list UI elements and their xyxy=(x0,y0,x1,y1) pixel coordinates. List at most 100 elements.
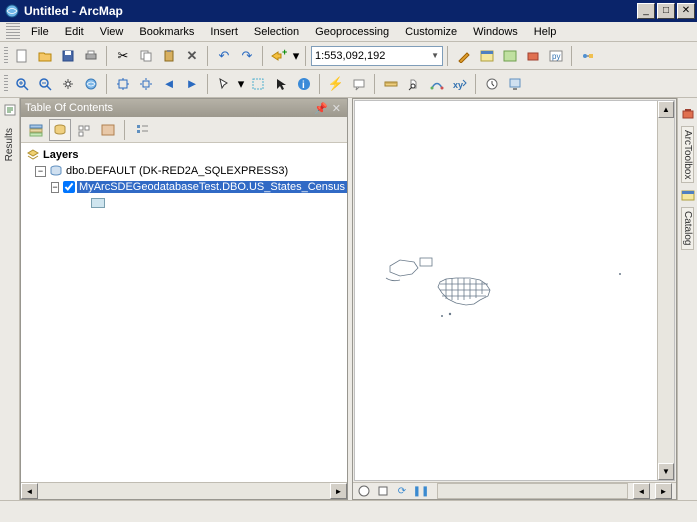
map-bottom-bar: ⟳ ❚❚ ◄ ► xyxy=(353,482,676,499)
scroll-right-icon[interactable]: ► xyxy=(330,483,347,499)
save-icon[interactable] xyxy=(57,45,79,67)
zoom-out-icon[interactable] xyxy=(34,73,56,95)
arctoolbox-tab-icon[interactable] xyxy=(680,106,696,122)
toolbar-grip-2[interactable] xyxy=(4,75,8,93)
select-features-icon[interactable] xyxy=(213,73,235,95)
new-doc-icon[interactable] xyxy=(11,45,33,67)
map-hscroll[interactable] xyxy=(437,483,628,499)
delete-icon[interactable]: ✕ xyxy=(181,45,203,67)
cut-icon[interactable]: ✂ xyxy=(112,45,134,67)
measure-icon[interactable] xyxy=(380,73,402,95)
refresh-icon[interactable]: ⟳ xyxy=(395,484,409,498)
main-area: Results Table Of Contents 📌 ✕ Layers − xyxy=(0,98,697,500)
toc-options-icon[interactable] xyxy=(131,119,153,141)
menu-help[interactable]: Help xyxy=(527,24,564,40)
menu-customize[interactable]: Customize xyxy=(398,24,464,40)
layers-icon xyxy=(25,148,41,162)
clear-selection-icon[interactable] xyxy=(247,73,269,95)
tree-symbol-row[interactable] xyxy=(21,195,347,211)
results-tab[interactable]: Results xyxy=(4,124,15,165)
html-popup-icon[interactable] xyxy=(348,73,370,95)
select-dropdown-icon[interactable]: ▾ xyxy=(236,73,246,95)
catalog-tab[interactable]: Catalog xyxy=(681,207,694,249)
tree-root-row[interactable]: Layers xyxy=(21,147,347,163)
arctoolbox-tab[interactable]: ArcToolbox xyxy=(681,126,694,183)
find-route-icon[interactable] xyxy=(426,73,448,95)
scroll-down-icon[interactable]: ▼ xyxy=(658,463,674,480)
paste-icon[interactable] xyxy=(158,45,180,67)
create-viewer-icon[interactable] xyxy=(504,73,526,95)
toc-pin-icon[interactable]: 📌 xyxy=(312,102,330,115)
pan-icon[interactable] xyxy=(57,73,79,95)
redo-icon[interactable]: ↷ xyxy=(236,45,258,67)
add-data-icon[interactable]: + xyxy=(268,45,290,67)
title-bar: Untitled - ArcMap _ □ ✕ xyxy=(0,0,697,22)
list-by-visibility-icon[interactable] xyxy=(73,119,95,141)
layout-view-icon[interactable] xyxy=(376,484,390,498)
list-by-source-icon[interactable] xyxy=(49,119,71,141)
menu-insert[interactable]: Insert xyxy=(203,24,245,40)
menu-file[interactable]: File xyxy=(24,24,56,40)
undo-icon[interactable]: ↶ xyxy=(213,45,235,67)
fixed-zoom-out-icon[interactable] xyxy=(135,73,157,95)
copy-icon[interactable] xyxy=(135,45,157,67)
hyperlink-icon[interactable]: ⚡ xyxy=(325,73,347,95)
collapse-icon[interactable]: − xyxy=(51,182,59,193)
print-icon[interactable] xyxy=(80,45,102,67)
model-builder-icon[interactable] xyxy=(577,45,599,67)
app-icon xyxy=(4,3,20,19)
scroll-left-icon[interactable]: ◄ xyxy=(21,483,38,499)
back-extent-icon[interactable]: ◄ xyxy=(158,73,180,95)
tree-layer-row[interactable]: − MyArcSDEGeodatabaseTest.DBO.US_States_… xyxy=(21,179,347,195)
menu-bookmarks[interactable]: Bookmarks xyxy=(132,24,201,40)
add-data-dropdown-icon[interactable]: ▾ xyxy=(291,45,301,67)
toc-hscroll[interactable]: ◄ ► xyxy=(21,482,347,499)
toc-tree: Layers − dbo.DEFAULT (DK-RED2A_SQLEXPRES… xyxy=(21,143,347,482)
fixed-zoom-in-icon[interactable] xyxy=(112,73,134,95)
tools-toolbar: ◄ ► ▾ i ⚡ xy xyxy=(0,70,697,98)
pause-drawing-icon[interactable]: ❚❚ xyxy=(414,484,428,498)
results-icon[interactable] xyxy=(2,102,18,118)
full-extent-icon[interactable] xyxy=(80,73,102,95)
open-icon[interactable] xyxy=(34,45,56,67)
menu-selection[interactable]: Selection xyxy=(247,24,306,40)
map-vscroll[interactable]: ▲ ▼ xyxy=(657,101,674,480)
find-icon[interactable] xyxy=(403,73,425,95)
collapse-icon[interactable]: − xyxy=(35,166,46,177)
tree-dataframe-row[interactable]: − dbo.DEFAULT (DK-RED2A_SQLEXPRESS3) xyxy=(21,163,347,179)
menu-windows[interactable]: Windows xyxy=(466,24,525,40)
time-slider-icon[interactable] xyxy=(481,73,503,95)
svg-text:xy: xy xyxy=(453,80,463,90)
scroll-track[interactable] xyxy=(38,483,330,499)
menu-edit[interactable]: Edit xyxy=(58,24,91,40)
list-by-drawing-order-icon[interactable] xyxy=(25,119,47,141)
toolbar-grip-1[interactable] xyxy=(4,47,8,65)
arctoolbox-icon[interactable] xyxy=(522,45,544,67)
toc-close-icon[interactable]: ✕ xyxy=(330,102,343,115)
search-window-icon[interactable] xyxy=(499,45,521,67)
menu-view[interactable]: View xyxy=(93,24,131,40)
catalog-window-icon[interactable] xyxy=(476,45,498,67)
scale-combobox[interactable]: 1:553,092,192 ▼ xyxy=(311,46,443,66)
forward-extent-icon[interactable]: ► xyxy=(181,73,203,95)
go-to-xy-icon[interactable]: xy xyxy=(449,73,471,95)
python-window-icon[interactable]: py xyxy=(545,45,567,67)
map-canvas[interactable]: ▲ ▼ xyxy=(354,100,675,481)
scroll-up-icon[interactable]: ▲ xyxy=(658,101,674,118)
menu-geoprocessing[interactable]: Geoprocessing xyxy=(308,24,396,40)
select-elements-icon[interactable] xyxy=(270,73,292,95)
scroll-left-icon[interactable]: ◄ xyxy=(633,483,650,499)
close-button[interactable]: ✕ xyxy=(677,3,695,19)
zoom-in-icon[interactable] xyxy=(11,73,33,95)
list-by-selection-icon[interactable] xyxy=(97,119,119,141)
identify-icon[interactable]: i xyxy=(293,73,315,95)
scroll-right-icon[interactable]: ► xyxy=(655,483,672,499)
minimize-button[interactable]: _ xyxy=(637,3,655,19)
catalog-tab-icon[interactable] xyxy=(680,187,696,203)
layer-visibility-checkbox[interactable] xyxy=(63,181,75,193)
data-view-icon[interactable] xyxy=(357,484,371,498)
editor-toolbar-icon[interactable] xyxy=(453,45,475,67)
left-dock: Results xyxy=(0,98,20,500)
maximize-button[interactable]: □ xyxy=(657,3,675,19)
menu-grip[interactable] xyxy=(6,23,20,41)
